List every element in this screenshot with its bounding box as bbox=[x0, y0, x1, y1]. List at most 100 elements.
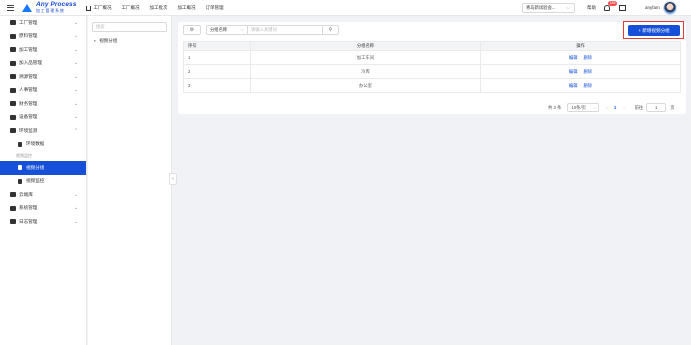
chevron-down-icon: ⌄ bbox=[73, 218, 78, 225]
sidebar-item-finance[interactable]: 财务管理 ⌄ bbox=[0, 97, 86, 111]
monitor-icon bbox=[10, 114, 16, 120]
topnav-factory-overview[interactable]: 工厂概况 bbox=[121, 5, 139, 11]
sidebar-item-factory[interactable]: 工厂管理 ⌄ bbox=[0, 16, 86, 30]
username[interactable]: anyfam bbox=[645, 5, 660, 10]
hamburger-menu-icon[interactable] bbox=[7, 4, 14, 11]
cell-index: 2 bbox=[183, 64, 251, 79]
topnav-orders[interactable]: 订单管理 bbox=[205, 5, 223, 11]
sidebar-item-video-group[interactable]: 视频分组 bbox=[0, 161, 86, 175]
delete-link[interactable]: 删除 bbox=[584, 55, 593, 60]
sidebar-item-hr[interactable]: 人事管理 ⌄ bbox=[0, 84, 86, 98]
field-select[interactable]: 分组名称 ⌵ bbox=[206, 25, 248, 35]
topnav-processing[interactable]: 加工概况 bbox=[177, 5, 195, 11]
video-group-table: 序号 分组名称 操作 1 加工车间 编辑 删除 2 冷库 编辑 删除 3 办公室 编… bbox=[183, 41, 681, 93]
table-row: 1 加工车间 编辑 删除 bbox=[183, 50, 681, 65]
chevron-down-icon: ⌄ bbox=[73, 191, 78, 198]
video-icon bbox=[18, 178, 22, 184]
cell-index: 1 bbox=[183, 50, 251, 65]
edit-link[interactable]: 编辑 bbox=[569, 69, 578, 74]
system-icon bbox=[10, 205, 16, 211]
materials-icon bbox=[10, 33, 16, 39]
logo-subtitle: 加工管理系统 bbox=[36, 8, 65, 13]
top-bar: Any Process 加工管理系统 工厂概况 工厂概况 加工批次 加工概况 订… bbox=[0, 0, 691, 16]
settings-button[interactable]: ⚙ bbox=[183, 25, 201, 35]
chevron-down-icon: ⌄ bbox=[73, 33, 78, 40]
sidebar-item-video-monitor[interactable]: 视频监控 bbox=[0, 175, 86, 189]
chevron-down-icon: ⌄ bbox=[73, 100, 78, 107]
cell-name: 冷库 bbox=[250, 64, 481, 79]
page-unit: 页 bbox=[670, 104, 675, 110]
top-nav: 工厂概况 工厂概况 加工批次 加工概况 订单管理 bbox=[86, 5, 233, 11]
app-logo[interactable]: Any Process 加工管理系统 bbox=[22, 1, 76, 14]
delete-link[interactable]: 删除 bbox=[584, 69, 593, 74]
environment-icon bbox=[10, 128, 16, 134]
tree-panel: 搜索 ▸ 视频分组 bbox=[88, 16, 172, 345]
edit-link[interactable]: 编辑 bbox=[569, 55, 578, 60]
people-icon bbox=[10, 87, 16, 93]
cell-actions: 编辑 删除 bbox=[480, 78, 681, 93]
cell-name: 办公室 bbox=[250, 78, 481, 93]
page-size-select[interactable]: 10条/页 ⌵ bbox=[567, 103, 600, 112]
sidebar-item-equipment[interactable]: 设备管理 ⌄ bbox=[0, 111, 86, 125]
chevron-down-icon: ⌵ bbox=[240, 27, 244, 32]
sidebar-item-processing[interactable]: 加工管理 ⌄ bbox=[0, 43, 86, 57]
add-video-group-button[interactable]: + 新增视频分组 bbox=[628, 25, 680, 36]
cell-actions: 编辑 删除 bbox=[480, 50, 681, 65]
cell-actions: 编辑 删除 bbox=[480, 64, 681, 79]
avatar[interactable] bbox=[663, 1, 677, 15]
cell-index: 3 bbox=[183, 78, 251, 93]
edit-link[interactable]: 编辑 bbox=[569, 83, 578, 88]
table-row: 3 办公室 编辑 删除 bbox=[183, 78, 681, 93]
sidebar-item-traceability[interactable]: 溯源管理 ⌄ bbox=[0, 70, 86, 84]
tool-icon bbox=[10, 47, 16, 53]
cell-name: 加工车间 bbox=[250, 50, 481, 65]
tree-node-video-group[interactable]: ▸ 视频分组 bbox=[94, 38, 117, 44]
finance-icon bbox=[10, 101, 16, 107]
sidebar-item-materials[interactable]: 原料管理 ⌄ bbox=[0, 30, 86, 44]
inputs-icon bbox=[10, 60, 16, 66]
sidebar: 工厂管理 ⌄ 原料管理 ⌄ 加工管理 ⌄ 加入品管理 ⌄ 溯源管理 ⌄ 人事管理 ⌄ 财务管… bbox=[0, 16, 87, 345]
sidebar-item-environment[interactable]: 环境监测 ⌃ bbox=[0, 124, 86, 138]
sidebar-item-cloud[interactable]: 云端库 ⌄ bbox=[0, 188, 86, 202]
sidebar-item-system[interactable]: 系统管理 ⌄ bbox=[0, 202, 86, 216]
factory-select[interactable]: 青岛新试验会... ⌵ bbox=[522, 3, 575, 13]
goto-page-input[interactable]: 1 bbox=[646, 103, 667, 112]
sidebar-item-env-data[interactable]: 环境数据 bbox=[0, 138, 86, 152]
tree-search-input[interactable]: 搜索 bbox=[92, 22, 167, 32]
delete-link[interactable]: 删除 bbox=[584, 83, 593, 88]
topnav-batches[interactable]: 加工批次 bbox=[149, 5, 167, 11]
cloud-icon bbox=[10, 192, 16, 198]
search-button[interactable]: ⚲ bbox=[323, 25, 339, 35]
mail-icon[interactable] bbox=[619, 5, 626, 11]
chevron-down-icon: ⌄ bbox=[73, 19, 78, 26]
list-icon bbox=[18, 165, 22, 171]
sidebar-item-inputs[interactable]: 加入品管理 ⌄ bbox=[0, 57, 86, 71]
collapse-panel-button[interactable]: ‹ bbox=[169, 173, 177, 185]
help-link[interactable]: 帮助 bbox=[587, 5, 596, 11]
prev-page-icon[interactable]: ‹ bbox=[606, 105, 607, 110]
next-page-icon[interactable]: › bbox=[623, 105, 624, 110]
search-input[interactable]: 请输入关键词 bbox=[248, 25, 323, 35]
log-icon bbox=[10, 219, 16, 225]
pager-total: 共 3 条 bbox=[548, 104, 562, 110]
chevron-down-icon: ⌄ bbox=[73, 114, 78, 121]
caret-right-icon: ▸ bbox=[94, 38, 97, 43]
toolbar: ⚙ 分组名称 ⌵ 请输入关键词 ⚲ bbox=[183, 25, 339, 35]
current-page[interactable]: 1 bbox=[614, 105, 616, 110]
sidebar-item-logs[interactable]: 日志管理 ⌄ bbox=[0, 215, 86, 229]
home-icon bbox=[86, 6, 92, 11]
factory-icon bbox=[10, 20, 16, 26]
chevron-down-icon: ⌵ bbox=[566, 5, 570, 11]
main-content: ⚙ 分组名称 ⌵ 请输入关键词 ⚲ + 新增视频分组 序号 分组名称 操作 1 加… bbox=[178, 21, 686, 114]
topnav-home[interactable]: 工厂概况 bbox=[86, 5, 111, 11]
column-header-index: 序号 bbox=[183, 41, 251, 51]
chevron-down-icon: ⌄ bbox=[73, 73, 78, 80]
chevron-down-icon: ⌄ bbox=[73, 60, 78, 67]
goto-label: 前往 bbox=[634, 104, 644, 110]
chevron-down-icon: ⌄ bbox=[73, 205, 78, 212]
column-header-actions: 操作 bbox=[480, 41, 681, 51]
pagination: 共 3 条 10条/页 ⌵ ‹ 1 › 前往 1 页 bbox=[548, 103, 675, 112]
table-row: 2 冷库 编辑 删除 bbox=[183, 64, 681, 79]
column-header-name: 分组名称 bbox=[250, 41, 481, 51]
search-icon: ⚲ bbox=[328, 27, 333, 33]
